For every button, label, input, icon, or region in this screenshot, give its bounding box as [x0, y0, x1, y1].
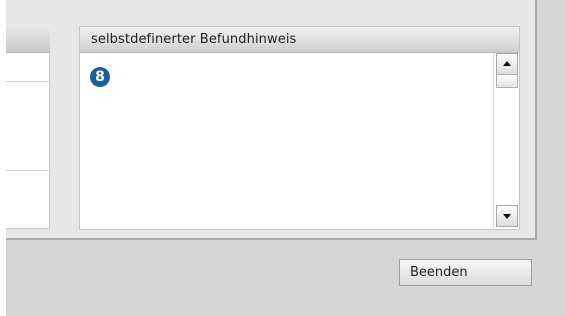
scroll-up-button[interactable]: [496, 53, 518, 75]
scroll-down-button[interactable]: [496, 205, 518, 227]
note-scrollbar[interactable]: [493, 53, 519, 229]
list-row-divider: [6, 170, 50, 171]
note-panel-header: selbstdefinerter Befundhinweis: [80, 27, 519, 53]
close-button[interactable]: Beenden: [399, 259, 532, 286]
note-panel-title: selbstdefinerter Befundhinweis: [91, 32, 297, 47]
scroll-thumb[interactable]: [496, 74, 518, 88]
left-list-header: [6, 24, 50, 53]
arrow-down-icon: [503, 214, 511, 219]
arrow-up-icon: [503, 61, 511, 66]
custom-finding-note-panel: selbstdefinerter Befundhinweis 8: [79, 26, 520, 230]
list-row-divider: [6, 81, 50, 82]
left-list-panel: [6, 24, 50, 229]
dialog-window: selbstdefinerter Befundhinweis 8 Beenden: [6, 0, 566, 316]
step-number-badge: 8: [90, 67, 110, 87]
content-panel: selbstdefinerter Befundhinweis 8: [6, 0, 537, 240]
